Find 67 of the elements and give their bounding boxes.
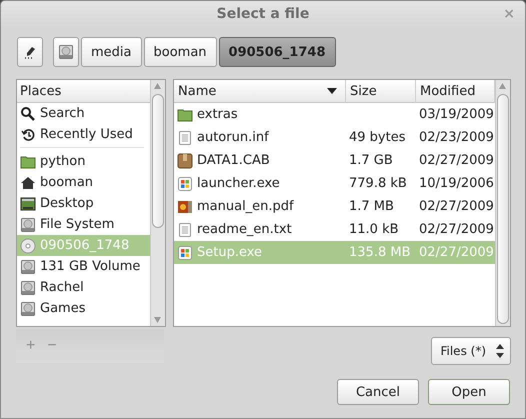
- package-icon: [177, 152, 193, 168]
- place-item[interactable]: Search: [17, 103, 150, 124]
- desktop-icon: [20, 196, 36, 212]
- place-item[interactable]: File System: [17, 214, 150, 235]
- place-item[interactable]: Recently Used: [17, 124, 150, 145]
- place-item[interactable]: Desktop: [17, 193, 150, 214]
- drive-button[interactable]: [53, 37, 79, 67]
- file-name-cell[interactable]: extras: [174, 103, 346, 126]
- place-item[interactable]: Rachel: [17, 277, 150, 298]
- table-cell-text: 02/27/2009: [418, 198, 495, 216]
- drive-icon: [20, 258, 36, 274]
- text-file-icon: [177, 222, 193, 238]
- home-icon: [20, 174, 36, 190]
- table-cell: 135.8 MB: [346, 241, 416, 264]
- table-cell-text: 02/27/2009: [418, 152, 495, 170]
- spin-arrows-icon: [496, 344, 504, 358]
- column-header[interactable]: Name: [174, 80, 346, 103]
- drive-icon: [20, 216, 36, 232]
- drive-icon: [58, 44, 74, 60]
- place-item[interactable]: booman: [17, 172, 150, 193]
- file-name-cell[interactable]: manual_en.pdf: [174, 195, 346, 218]
- table-cell-text: 779.8 kB: [348, 175, 408, 193]
- column-header[interactable]: Places: [17, 80, 150, 103]
- path-crumb[interactable]: media: [81, 37, 142, 67]
- place-item[interactable]: Games: [17, 298, 150, 319]
- table-cell-text: 10/19/2006: [418, 175, 495, 193]
- table-cell: 02/27/2009: [416, 241, 495, 264]
- windows-logo-icon: [177, 244, 193, 260]
- pencil-icon: [23, 44, 37, 60]
- dialog-button[interactable]: Cancel: [337, 379, 419, 405]
- window-title: Select a file: [216, 6, 310, 22]
- scrollbar[interactable]: [495, 80, 510, 326]
- drive-icon: [20, 300, 36, 316]
- table-cell-text: 1.7 MB: [348, 198, 395, 216]
- table-cell-text: 03/19/2009: [418, 106, 495, 124]
- history-icon: [20, 126, 36, 142]
- file-name-cell[interactable]: readme_en.txt: [174, 218, 346, 241]
- file-name-cell[interactable]: autorun.inf: [174, 126, 346, 149]
- table-cell-text: 11.0 kB: [348, 221, 400, 239]
- pdf-file-icon: [177, 198, 193, 214]
- dialog-button[interactable]: Open: [428, 379, 510, 405]
- scroll-up-icon[interactable]: [499, 83, 506, 89]
- column-header[interactable]: Size: [346, 80, 416, 103]
- path-crumb[interactable]: 090506_1748: [218, 37, 336, 67]
- table-cell-text: 02/23/2009: [418, 129, 495, 147]
- column-header[interactable]: Modified: [416, 80, 495, 103]
- scrollbar[interactable]: [150, 80, 165, 326]
- scroll-down-icon[interactable]: [154, 317, 161, 323]
- windows-logo-icon: [177, 176, 193, 192]
- filter-dropdown[interactable]: Files (*): [431, 337, 511, 365]
- table-cell-text: 1.7 GB: [348, 152, 394, 170]
- path-crumb[interactable]: booman: [144, 37, 217, 67]
- place-item[interactable]: 131 GB Volume: [17, 256, 150, 277]
- folder-icon: [20, 154, 36, 170]
- edit-location-button[interactable]: [17, 37, 43, 67]
- place-item[interactable]: python: [17, 151, 150, 172]
- file-name-cell[interactable]: DATA1.CAB: [174, 149, 346, 172]
- text-file-icon: [177, 130, 193, 146]
- sort-arrow-icon: [327, 88, 337, 94]
- file-name-cell[interactable]: launcher.exe: [174, 172, 346, 195]
- table-cell-text: 02/27/2009: [418, 221, 495, 239]
- disc-icon: [20, 238, 36, 254]
- search-icon: [20, 106, 36, 122]
- drive-icon: [20, 280, 36, 296]
- scroll-up-icon[interactable]: [154, 83, 161, 89]
- folder-icon: [177, 106, 193, 122]
- table-cell-text: 49 bytes: [348, 129, 406, 147]
